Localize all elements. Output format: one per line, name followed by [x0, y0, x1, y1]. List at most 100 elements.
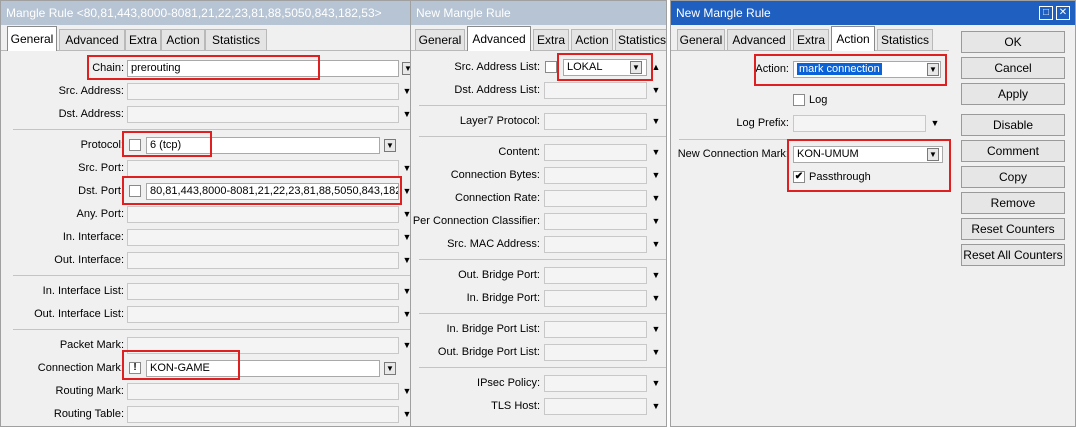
tab-extra[interactable]: Extra — [533, 29, 569, 50]
tab-action[interactable]: Action — [161, 29, 205, 50]
cancel-button[interactable]: Cancel — [961, 57, 1065, 79]
dst-port-field[interactable]: 80,81,443,8000-8081,21,22,23,81,88,5050,… — [146, 183, 399, 200]
in-bridge-port-field[interactable] — [544, 290, 647, 307]
chevron-up-icon[interactable]: ▲ — [650, 59, 662, 76]
connection-mark-field[interactable]: KON-GAME — [146, 360, 380, 377]
out-interface-label: Out. Interface: — [54, 254, 124, 266]
packet-mark-label: Packet Mark: — [59, 339, 124, 351]
new-connection-mark-label: New Connection Mark: — [677, 148, 789, 160]
tab-statistics[interactable]: Statistics — [615, 29, 666, 50]
chevron-down-icon[interactable]: ▼ — [929, 115, 941, 132]
chevron-down-icon[interactable]: ▼ — [650, 82, 662, 99]
protocol-field[interactable]: 6 (tcp) — [146, 137, 380, 154]
any-port-field[interactable] — [127, 206, 399, 223]
reset-all-counters-button[interactable]: Reset All Counters — [961, 244, 1065, 266]
log-checkbox[interactable] — [793, 94, 805, 106]
routing-mark-field[interactable] — [127, 383, 399, 400]
chevron-down-icon[interactable]: ▼ — [650, 190, 662, 207]
tab-extra[interactable]: Extra — [125, 29, 161, 50]
connection-rate-label: Connection Rate: — [455, 192, 540, 204]
tls-host-field[interactable] — [544, 398, 647, 415]
out-bridge-port-list-label: Out. Bridge Port List: — [437, 346, 540, 358]
tab-general[interactable]: General — [677, 29, 725, 50]
divider — [13, 275, 411, 276]
content-label: Content: — [498, 146, 540, 158]
chevron-down-icon[interactable]: ▼ — [650, 236, 662, 253]
tab-action[interactable]: Action — [831, 26, 875, 51]
disable-button[interactable]: Disable — [961, 114, 1065, 136]
chevron-down-icon[interactable]: ▼ — [927, 148, 939, 161]
dst-port-label: Dst. Port: — [78, 185, 124, 197]
chevron-down-icon[interactable]: ▼ — [384, 139, 396, 152]
tab-action[interactable]: Action — [571, 29, 613, 50]
per-connection-classifier-field[interactable] — [544, 213, 647, 230]
tab-advanced[interactable]: Advanced — [467, 26, 531, 51]
tab-general[interactable]: General — [7, 26, 57, 51]
action-value: mark connection — [797, 63, 882, 75]
src-mac-address-field[interactable] — [544, 236, 647, 253]
src-address-list-negate-checkbox[interactable] — [545, 61, 557, 73]
in-interface-field[interactable] — [127, 229, 399, 246]
connection-bytes-label: Connection Bytes: — [450, 169, 540, 181]
comment-button[interactable]: Comment — [961, 140, 1065, 162]
in-interface-list-field[interactable] — [127, 283, 399, 300]
chevron-down-icon[interactable]: ▼ — [650, 267, 662, 284]
chevron-down-icon[interactable]: ▼ — [650, 213, 662, 230]
src-mac-address-label: Src. MAC Address: — [447, 238, 540, 250]
out-bridge-port-field[interactable] — [544, 267, 647, 284]
connection-mark-negate-checkbox[interactable]: ! — [129, 362, 141, 374]
tab-advanced[interactable]: Advanced — [59, 29, 125, 50]
new-connection-mark-field[interactable]: KON-UMUM — [793, 146, 943, 163]
layer7-protocol-field[interactable] — [544, 113, 647, 130]
tab-statistics[interactable]: Statistics — [877, 29, 933, 50]
packet-mark-field[interactable] — [127, 337, 399, 354]
protocol-label: Protocol: — [80, 139, 124, 151]
connection-bytes-field[interactable] — [544, 167, 647, 184]
dst-address-label: Dst. Address: — [58, 108, 124, 120]
connection-rate-field[interactable] — [544, 190, 647, 207]
tab-advanced[interactable]: Advanced — [727, 29, 791, 50]
chain-field[interactable]: prerouting — [127, 60, 399, 77]
any-port-label: Any. Port: — [76, 208, 124, 220]
remove-button[interactable]: Remove — [961, 192, 1065, 214]
tab-statistics[interactable]: Statistics — [205, 29, 267, 50]
chevron-down-icon[interactable]: ▼ — [927, 63, 939, 76]
chevron-down-icon[interactable]: ▼ — [650, 321, 662, 338]
out-bridge-port-list-field[interactable] — [544, 344, 647, 361]
chevron-down-icon[interactable]: ▼ — [650, 113, 662, 130]
divider — [419, 105, 666, 106]
chevron-down-icon[interactable]: ▼ — [650, 167, 662, 184]
chevron-down-icon[interactable]: ▼ — [384, 362, 396, 375]
out-interface-list-field[interactable] — [127, 306, 399, 323]
ok-button[interactable]: OK — [961, 31, 1065, 53]
routing-table-field[interactable] — [127, 406, 399, 423]
content-field[interactable] — [544, 144, 647, 161]
chevron-down-icon[interactable]: ▼ — [650, 290, 662, 307]
ipsec-policy-field[interactable] — [544, 375, 647, 392]
chevron-down-icon[interactable]: ▼ — [650, 344, 662, 361]
close-icon[interactable]: ✕ — [1056, 6, 1070, 20]
out-interface-field[interactable] — [127, 252, 399, 269]
chevron-down-icon[interactable]: ▼ — [650, 144, 662, 161]
chevron-down-icon[interactable]: ▼ — [650, 375, 662, 392]
log-prefix-field[interactable] — [793, 115, 926, 132]
restore-icon[interactable]: □ — [1039, 6, 1053, 20]
copy-button[interactable]: Copy — [961, 166, 1065, 188]
tab-general[interactable]: General — [415, 29, 465, 50]
protocol-negate-checkbox[interactable] — [129, 139, 141, 151]
chevron-down-icon[interactable]: ▼ — [650, 398, 662, 415]
dst-address-field[interactable] — [127, 106, 399, 123]
src-address-field[interactable] — [127, 83, 399, 100]
action-select[interactable]: mark connection — [793, 61, 941, 78]
dst-address-list-field[interactable] — [544, 82, 647, 99]
chevron-down-icon[interactable]: ▼ — [630, 61, 642, 74]
in-bridge-port-list-label: In. Bridge Port List: — [446, 323, 540, 335]
reset-counters-button[interactable]: Reset Counters — [961, 218, 1065, 240]
in-bridge-port-list-field[interactable] — [544, 321, 647, 338]
passthrough-checkbox[interactable]: ✔ — [793, 171, 805, 183]
apply-button[interactable]: Apply — [961, 83, 1065, 105]
src-port-field[interactable] — [127, 160, 399, 177]
layer7-protocol-label: Layer7 Protocol: — [459, 115, 540, 127]
dst-port-negate-checkbox[interactable] — [129, 185, 141, 197]
tab-extra[interactable]: Extra — [793, 29, 829, 50]
